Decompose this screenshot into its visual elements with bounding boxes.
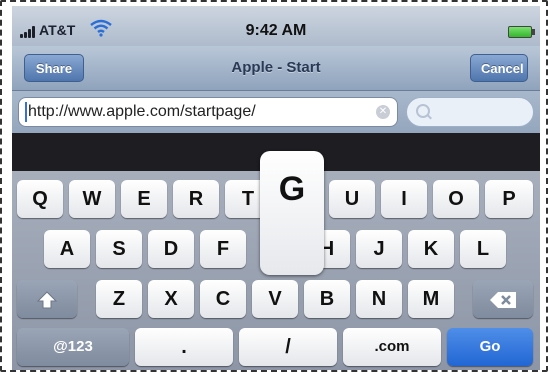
period-key[interactable]: . [135, 328, 233, 366]
key-a[interactable]: A [44, 230, 90, 268]
key-r[interactable]: R [173, 180, 219, 218]
shift-arrow-icon [36, 291, 58, 309]
key-u[interactable]: U [329, 180, 375, 218]
dotcom-key[interactable]: .com [343, 328, 441, 366]
clear-icon[interactable]: ✕ [376, 105, 390, 119]
key-p[interactable]: P [485, 180, 533, 218]
shift-key[interactable] [17, 280, 77, 318]
key-x[interactable]: X [148, 280, 194, 318]
key-c[interactable]: C [200, 280, 246, 318]
page-title: Apple - Start [231, 59, 321, 76]
key-j[interactable]: J [356, 230, 402, 268]
key-i[interactable]: I [381, 180, 427, 218]
phone-screen: AT&T 9:42 AM Share Apple - Start Cancel … [12, 6, 540, 370]
key-preview-popup: G [260, 151, 324, 275]
delete-key[interactable] [473, 280, 533, 318]
key-n[interactable]: N [356, 280, 402, 318]
key-z[interactable]: Z [96, 280, 142, 318]
key-s[interactable]: S [96, 230, 142, 268]
backspace-icon [490, 291, 516, 308]
key-d[interactable]: D [148, 230, 194, 268]
url-input[interactable]: http://www.apple.com/startpage/ [18, 97, 398, 127]
address-bar: http://www.apple.com/startpage/ ✕ [12, 91, 540, 133]
key-k[interactable]: K [408, 230, 454, 268]
key-v[interactable]: V [252, 280, 298, 318]
slash-key[interactable]: / [239, 328, 337, 366]
url-text: http://www.apple.com/startpage/ [28, 103, 256, 120]
key-b[interactable]: B [304, 280, 350, 318]
key-e[interactable]: E [121, 180, 167, 218]
text-cursor [25, 101, 27, 122]
key-m[interactable]: M [408, 280, 454, 318]
screenshot-frame: AT&T 9:42 AM Share Apple - Start Cancel … [0, 0, 548, 372]
go-key[interactable]: Go [447, 328, 533, 366]
cancel-button[interactable]: Cancel [470, 54, 528, 82]
numbers-key[interactable]: @123 [17, 328, 129, 366]
key-o[interactable]: O [433, 180, 479, 218]
key-f[interactable]: F [200, 230, 246, 268]
key-w[interactable]: W [69, 180, 115, 218]
key-q[interactable]: Q [17, 180, 63, 218]
navigation-bar: Share Apple - Start Cancel [12, 46, 540, 91]
status-bar: AT&T 9:42 AM [12, 6, 540, 46]
key-l[interactable]: L [460, 230, 506, 268]
battery-icon [508, 26, 535, 38]
key-preview-letter: G [278, 170, 306, 208]
search-icon [416, 104, 430, 118]
status-time: 9:42 AM [245, 22, 307, 39]
